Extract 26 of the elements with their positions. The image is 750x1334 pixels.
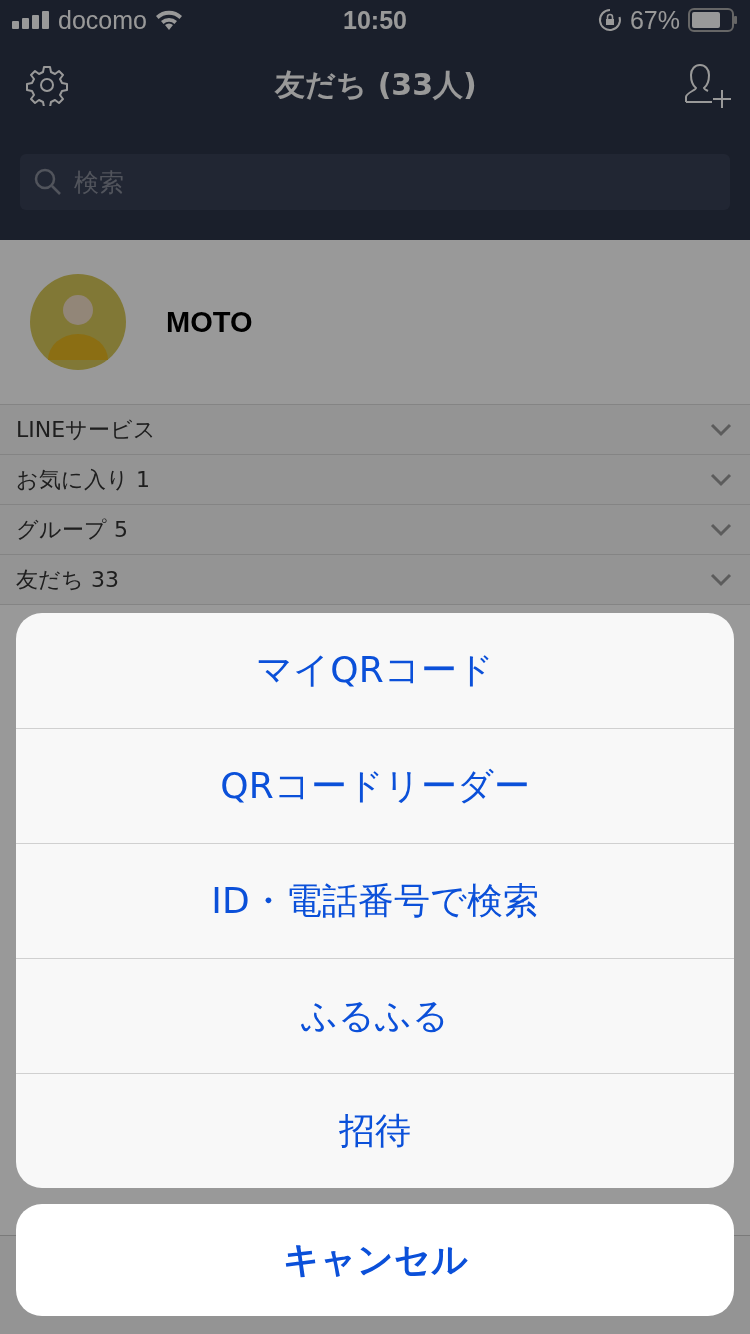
section-row[interactable]: 友だち 33 <box>0 555 750 605</box>
carrier-name: docomo <box>58 5 147 35</box>
wifi-icon <box>154 10 183 30</box>
screen-title: 友だち (33人) <box>275 65 477 104</box>
rotation-lock-icon <box>597 8 622 32</box>
action-option[interactable]: ふるふる <box>16 958 734 1073</box>
chevron-down-icon <box>710 472 732 487</box>
add-friend-icon[interactable] <box>684 62 732 108</box>
action-option[interactable]: 招待 <box>16 1073 734 1188</box>
section-row[interactable]: LINEサービス <box>0 405 750 455</box>
cancel-button[interactable]: キャンセル <box>16 1204 734 1316</box>
action-option[interactable]: ID・電話番号で検索 <box>16 843 734 958</box>
section-row[interactable]: グループ 5 <box>0 505 750 555</box>
search-icon <box>34 168 62 196</box>
status-time: 10:50 <box>343 5 407 35</box>
section-row[interactable]: お気に入り 1 <box>0 455 750 505</box>
chevron-down-icon <box>710 522 732 537</box>
settings-icon[interactable] <box>26 64 68 106</box>
chevron-down-icon <box>710 422 732 437</box>
battery-percent: 67% <box>629 5 680 35</box>
action-option[interactable]: QRコードリーダー <box>16 728 734 843</box>
profile-name: MOTO <box>166 305 253 339</box>
chevron-down-icon <box>710 572 732 587</box>
signal-icon <box>12 11 50 29</box>
battery-icon <box>688 8 738 32</box>
action-option[interactable]: マイQRコード <box>16 613 734 728</box>
